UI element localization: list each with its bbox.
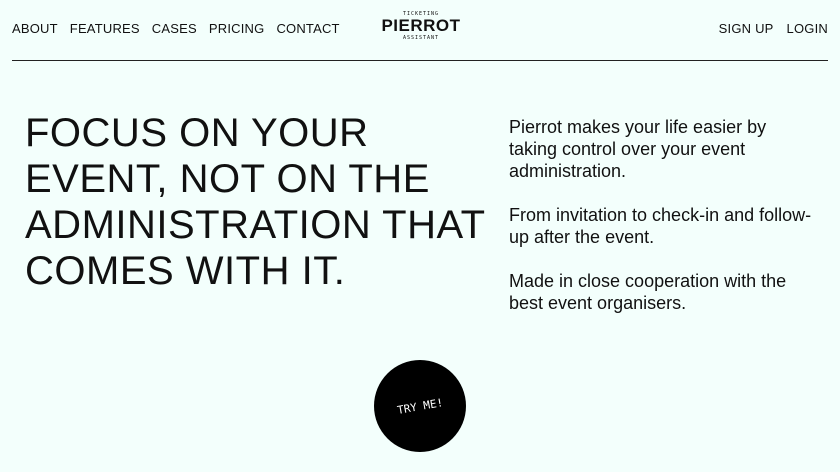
signup-link[interactable]: SIGN UP xyxy=(719,21,774,36)
nav-cases-link[interactable]: CASES xyxy=(152,21,197,36)
nav-pricing-link[interactable]: PRICING xyxy=(209,21,265,36)
try-me-label: TRY ME! xyxy=(396,395,444,417)
header-divider xyxy=(12,60,828,61)
hero-copy: Pierrot makes your life easier by taking… xyxy=(509,116,819,336)
nav-features-link[interactable]: FEATURES xyxy=(70,21,140,36)
logo-tagline-bottom: ASSISTANT xyxy=(402,35,440,41)
hero-paragraph: Pierrot makes your life easier by taking… xyxy=(509,117,767,181)
hero-headline: FOCUS ON YOUR EVENT, NOT ON THE ADMINIST… xyxy=(25,111,485,293)
account-nav: SIGN UP LOGIN xyxy=(719,21,828,36)
logo-wordmark: PIERROT xyxy=(381,16,461,35)
nav-contact-link[interactable]: CONTACT xyxy=(276,21,339,36)
main-nav: ABOUT FEATURES CASES PRICING CONTACT xyxy=(12,21,340,36)
try-me-button[interactable]: TRY ME! xyxy=(374,360,466,452)
hero-paragraph: Made in close cooperation with the best … xyxy=(509,271,787,313)
login-link[interactable]: LOGIN xyxy=(787,21,828,36)
nav-about-link[interactable]: ABOUT xyxy=(12,21,58,36)
hero-paragraph: From invitation to check-in and follow-u… xyxy=(509,205,812,247)
pierrot-logo[interactable]: TICKETING PIERROT ASSISTANT xyxy=(380,11,462,41)
